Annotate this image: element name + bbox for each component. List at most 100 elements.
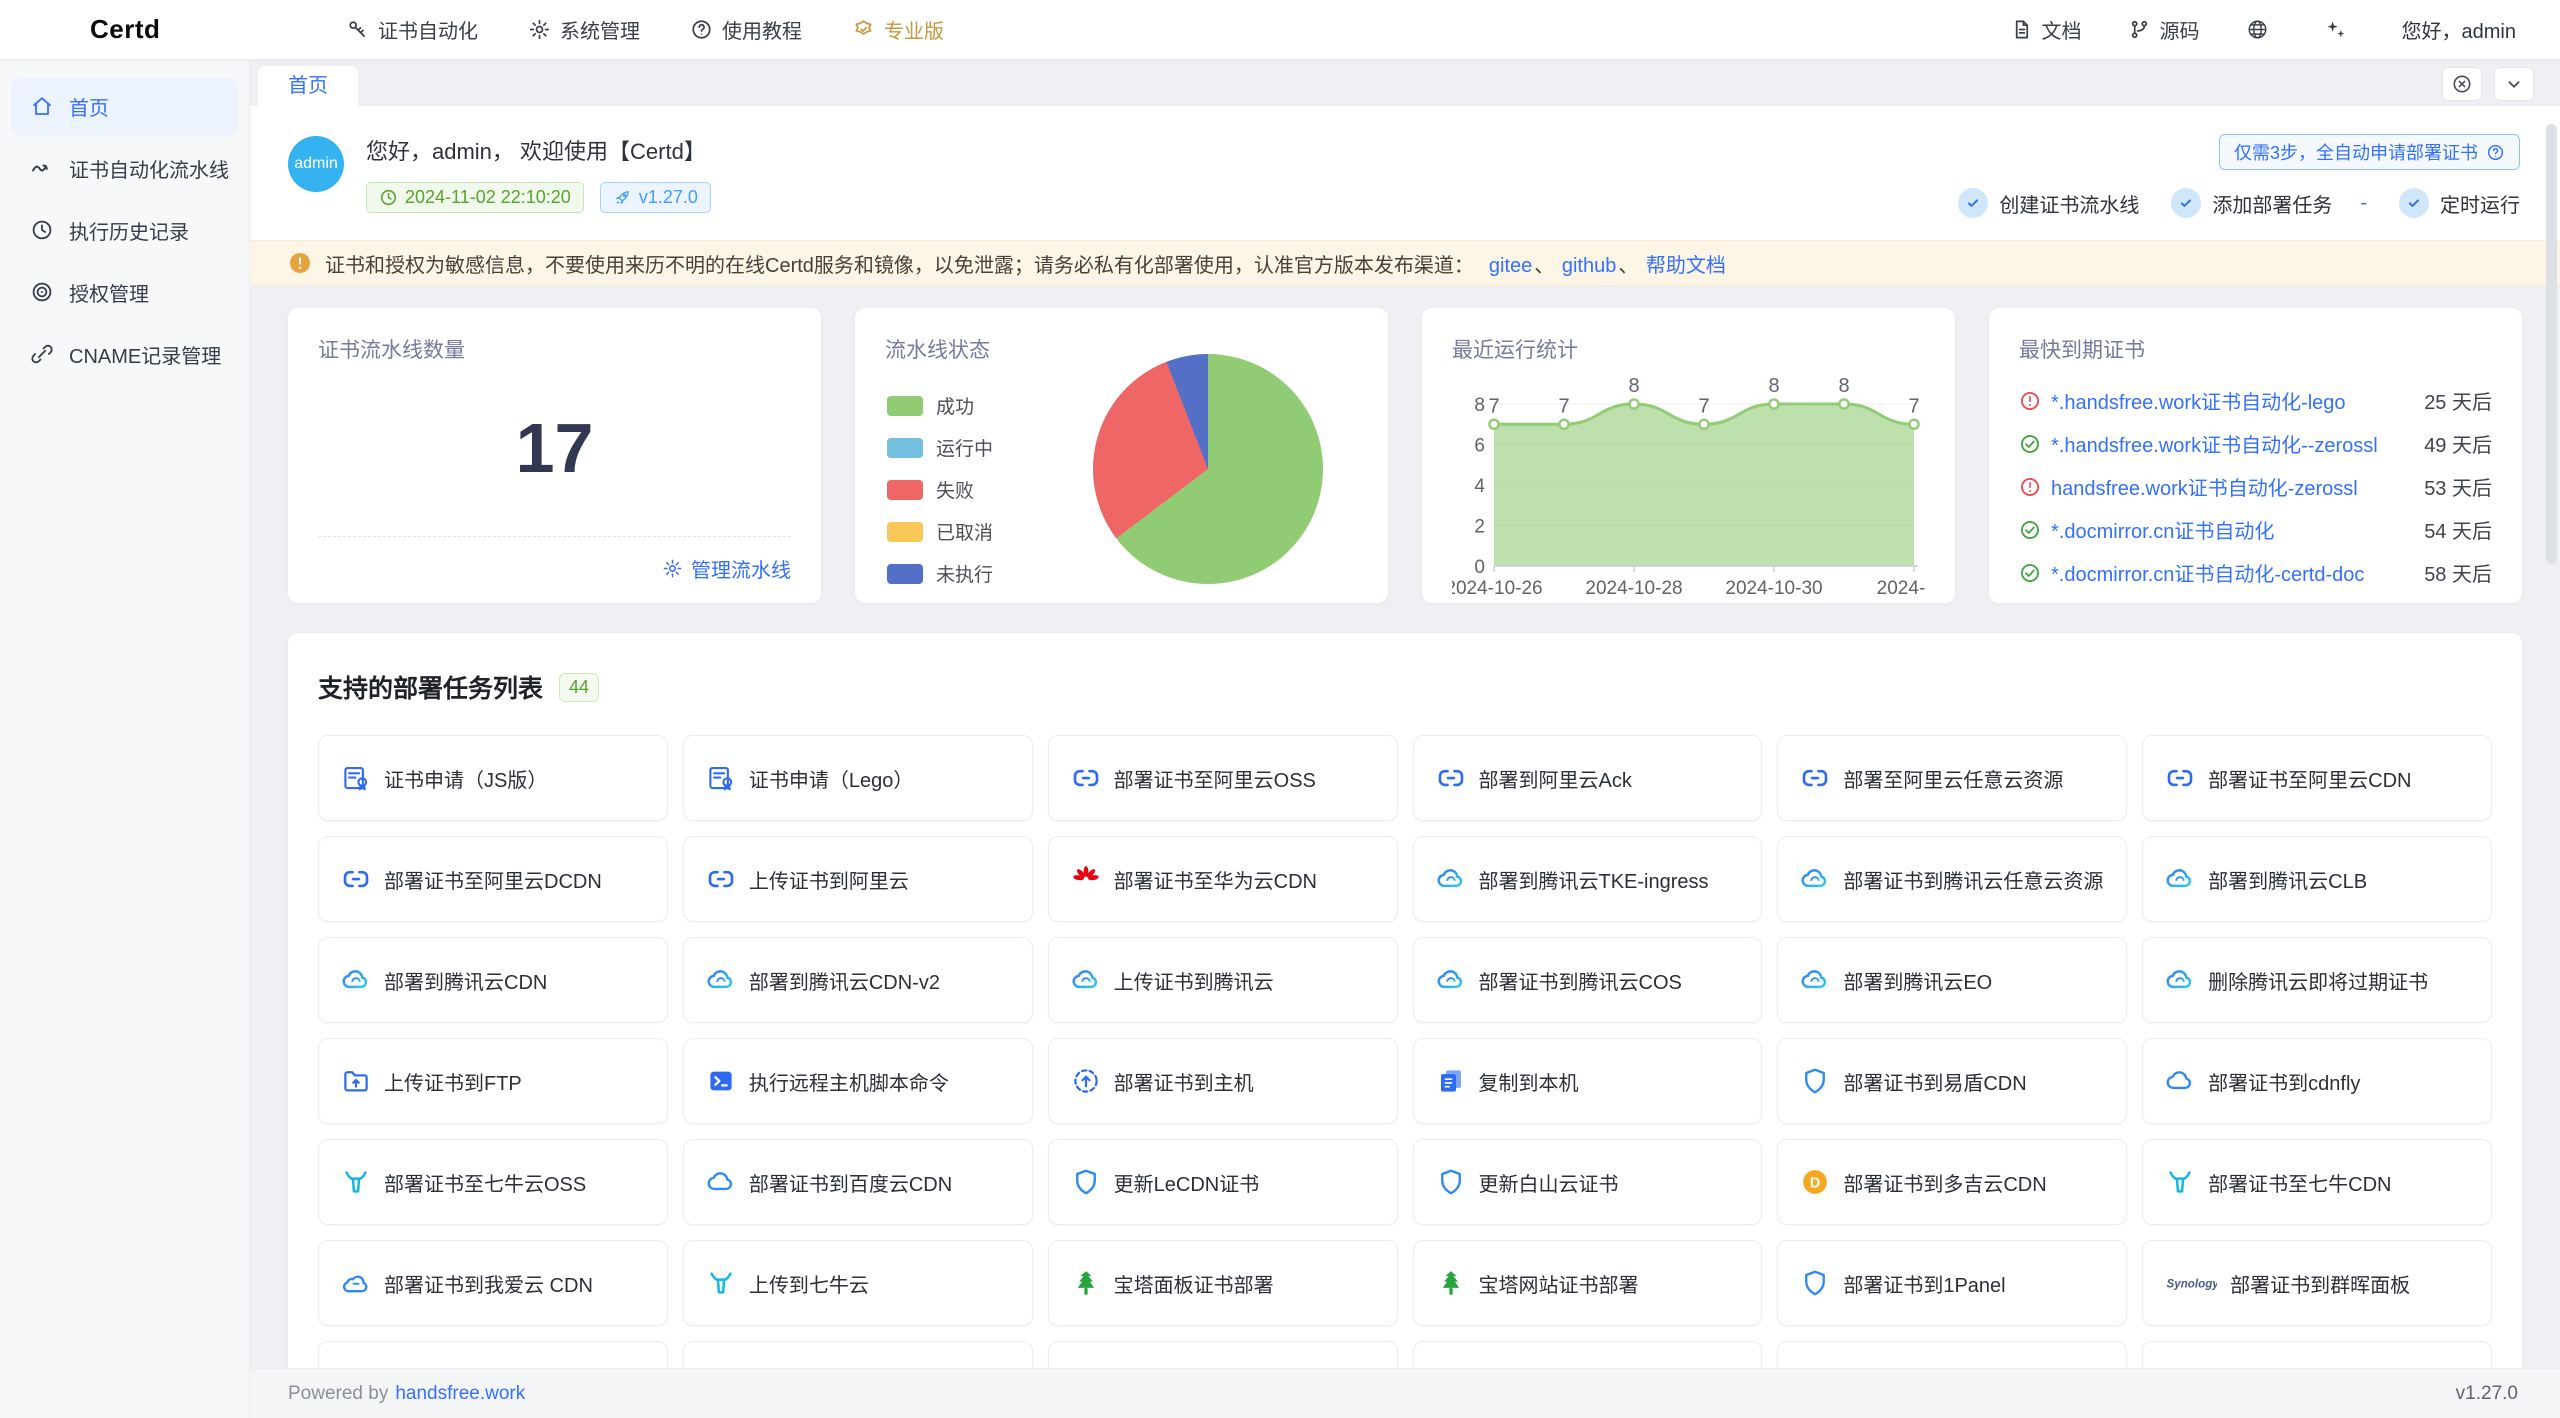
menu-item-专业版[interactable]: 专业版 xyxy=(852,15,944,44)
welcome-section: admin 您好，admin， 欢迎使用【Certd】 2024-11-02 2… xyxy=(250,106,2560,240)
task-tile-宝塔面板证书部署[interactable]: 宝塔面板证书部署 xyxy=(1048,1240,1398,1326)
expiry-days: 53 天后 xyxy=(2424,472,2492,501)
task-tile-部署到阿里云Ack[interactable]: 部署到阿里云Ack xyxy=(1413,735,1763,821)
legend-swatch xyxy=(887,564,923,584)
sidebar-item-证书自动化流水线[interactable]: 证书自动化流水线 xyxy=(12,140,237,196)
target-icon xyxy=(30,280,54,304)
legend-item-未执行[interactable]: 未执行 xyxy=(887,560,993,587)
cert-name-link[interactable]: *.docmirror.cn证书自动化 xyxy=(2051,515,2406,544)
menu-item-证书自动化[interactable]: 证书自动化 xyxy=(346,15,478,44)
chevron-down-icon xyxy=(2503,73,2525,95)
task-tile-更新白山云证书[interactable]: 更新白山云证书 xyxy=(1413,1139,1763,1225)
task-tile-部署到腾讯云EO[interactable]: 部署到腾讯云EO xyxy=(1777,937,2127,1023)
task-tile-部署证书至七牛云OSS[interactable]: 部署证书至七牛云OSS xyxy=(318,1139,668,1225)
menu-item-系统管理[interactable]: 系统管理 xyxy=(528,15,640,44)
cert-name-link[interactable]: *.handsfree.work证书自动化-lego xyxy=(2051,386,2406,415)
task-tile-上传到七牛云[interactable]: 上传到七牛云 xyxy=(683,1240,1033,1326)
sidebar-collapse-icon[interactable] xyxy=(276,17,302,43)
task-tile-部署证书到1Panel[interactable]: 部署证书到1Panel xyxy=(1777,1240,2127,1326)
header-action-文档[interactable]: 文档 xyxy=(2010,15,2082,44)
task-tile-部署证书到腾讯云COS[interactable]: 部署证书到腾讯云COS xyxy=(1413,937,1763,1023)
task-tile-部署证书到群晖面板[interactable]: Synology部署证书到群晖面板 xyxy=(2142,1240,2492,1326)
handsfree-link[interactable]: handsfree.work xyxy=(395,1383,525,1405)
task-tile-部署证书到腾讯云任意云资源[interactable]: 部署证书到腾讯云任意云资源 xyxy=(1777,836,2127,922)
task-tile-部署到腾讯云CLB[interactable]: 部署到腾讯云CLB xyxy=(2142,836,2492,922)
header-action-源码[interactable]: 源码 xyxy=(2128,15,2200,44)
tab-menu-button[interactable] xyxy=(2494,67,2534,101)
close-tabs-button[interactable] xyxy=(2442,67,2482,101)
svg-text:7: 7 xyxy=(1908,395,1919,417)
check-circle-icon xyxy=(1958,188,1988,218)
shield-icon xyxy=(1436,1167,1466,1197)
cert-name-link[interactable]: *.docmirror.cn证书自动化-certd-doc xyxy=(2051,558,2406,587)
aliyun-icon xyxy=(1436,763,1466,793)
task-tile-执行远程主机脚本命令[interactable]: 执行远程主机脚本命令 xyxy=(683,1038,1033,1124)
sparkles-button[interactable] xyxy=(2324,18,2356,41)
card-title: 最近运行统计 xyxy=(1452,334,1925,364)
expiry-days: 25 天后 xyxy=(2424,386,2492,415)
alert-link-gitee[interactable]: gitee xyxy=(1489,255,1532,277)
task-tile-复制到本机[interactable]: 复制到本机 xyxy=(1413,1038,1763,1124)
menu-item-使用教程[interactable]: 使用教程 xyxy=(690,15,802,44)
sidebar-item-授权管理[interactable]: 授权管理 xyxy=(12,264,237,320)
task-tile-部署证书到我爱云 CDN[interactable]: 部署证书到我爱云 CDN xyxy=(318,1240,668,1326)
task-tile-证书申请（JS版）[interactable]: 证书申请（JS版） xyxy=(318,735,668,821)
task-tile-部署证书到多吉云CDN[interactable]: D部署证书到多吉云CDN xyxy=(1777,1139,2127,1225)
success-circle-icon xyxy=(2019,562,2041,584)
task-tile-部署证书到百度云CDN[interactable]: 部署证书到百度云CDN xyxy=(683,1139,1033,1225)
task-tile-删除腾讯云即将过期证书[interactable]: 删除腾讯云即将过期证书 xyxy=(2142,937,2492,1023)
legend-swatch xyxy=(887,480,923,500)
clock-icon xyxy=(379,188,398,207)
task-tile-部署至阿里云任意云资源[interactable]: 部署至阿里云任意云资源 xyxy=(1777,735,2127,821)
cloud-icon xyxy=(706,1167,736,1197)
task-tile-部署到腾讯云TKE-ingress[interactable]: 部署到腾讯云TKE-ingress xyxy=(1413,836,1763,922)
task-tile-上传证书到腾讯云[interactable]: 上传证书到腾讯云 xyxy=(1048,937,1398,1023)
sidebar-item-首页[interactable]: 首页 xyxy=(12,78,237,134)
question-circle-icon xyxy=(2486,143,2505,162)
alert-link-帮助文档[interactable]: 帮助文档 xyxy=(1646,255,1726,277)
task-tile-部署到腾讯云CDN-v2[interactable]: 部署到腾讯云CDN-v2 xyxy=(683,937,1033,1023)
task-tiles-grid: 证书申请（JS版）证书申请（Lego）部署证书至阿里云OSS部署到阿里云Ack部… xyxy=(318,735,2492,1418)
legend-item-成功[interactable]: 成功 xyxy=(887,392,993,419)
runs-area-chart: 7787887024682024-10-262024-10-282024-10-… xyxy=(1452,370,1925,603)
logo[interactable]: Certd xyxy=(0,12,250,48)
task-tile-部署证书至华为云CDN[interactable]: 部署证书至华为云CDN xyxy=(1048,836,1398,922)
task-tile-部署证书到易盾CDN[interactable]: 部署证书到易盾CDN xyxy=(1777,1038,2127,1124)
footer: Powered by handsfree.work v1.27.0 xyxy=(250,1368,2560,1418)
task-tile-部署证书到主机[interactable]: 部署证书到主机 xyxy=(1048,1038,1398,1124)
cert-name-link[interactable]: *.handsfree.work证书自动化--zerossl xyxy=(2051,429,2406,458)
vertical-scrollbar-thumb[interactable] xyxy=(2546,124,2557,564)
legend-item-运行中[interactable]: 运行中 xyxy=(887,434,993,461)
task-tile-部署到腾讯云CDN[interactable]: 部署到腾讯云CDN xyxy=(318,937,668,1023)
task-tile-上传证书到阿里云[interactable]: 上传证书到阿里云 xyxy=(683,836,1033,922)
task-tile-部署证书至阿里云OSS[interactable]: 部署证书至阿里云OSS xyxy=(1048,735,1398,821)
check-circle-icon xyxy=(2399,188,2429,218)
deploy-tasks-card: 支持的部署任务列表 44 证书申请（JS版）证书申请（Lego）部署证书至阿里云… xyxy=(288,633,2522,1418)
task-tile-证书申请（Lego）[interactable]: 证书申请（Lego） xyxy=(683,735,1033,821)
legend-item-已取消[interactable]: 已取消 xyxy=(887,518,993,545)
manage-pipelines-link[interactable]: 管理流水线 xyxy=(662,554,791,583)
tasks-count-badge: 44 xyxy=(559,673,599,702)
quick-guide-badge[interactable]: 仅需3步，全自动申请部署证书 xyxy=(2219,134,2520,170)
sidebar-item-CNAME记录管理[interactable]: CNAME记录管理 xyxy=(12,326,237,382)
task-tile-宝塔网站证书部署[interactable]: 宝塔网站证书部署 xyxy=(1413,1240,1763,1326)
task-tile-上传证书到FTP[interactable]: 上传证书到FTP xyxy=(318,1038,668,1124)
svg-text:7: 7 xyxy=(1488,395,1499,417)
task-tile-部署证书到cdnfly[interactable]: 部署证书到cdnfly xyxy=(2142,1038,2492,1124)
task-tile-部署证书至七牛CDN[interactable]: 部署证书至七牛CDN xyxy=(2142,1139,2492,1225)
warning-icon xyxy=(288,251,312,275)
task-tile-部署证书至阿里云CDN[interactable]: 部署证书至阿里云CDN xyxy=(2142,735,2492,821)
tab-home[interactable]: 首页 xyxy=(258,66,358,106)
card-title: 证书流水线数量 xyxy=(318,334,791,364)
qiniu-icon xyxy=(2165,1167,2195,1197)
task-tile-部署证书至阿里云DCDN[interactable]: 部署证书至阿里云DCDN xyxy=(318,836,668,922)
close-circle-icon xyxy=(2451,73,2473,95)
globe-button[interactable] xyxy=(2246,18,2278,41)
user-greeting[interactable]: 您好，admin xyxy=(2402,15,2516,44)
legend-item-失败[interactable]: 失败 xyxy=(887,476,993,503)
cert-name-link[interactable]: handsfree.work证书自动化-zerossl xyxy=(2051,472,2406,501)
sidebar-item-执行历史记录[interactable]: 执行历史记录 xyxy=(12,202,237,258)
alert-link-github[interactable]: github xyxy=(1562,255,1617,277)
task-tile-更新LeCDN证书[interactable]: 更新LeCDN证书 xyxy=(1048,1139,1398,1225)
expiring-certs-card: 最快到期证书 *.handsfree.work证书自动化-lego25 天后*.… xyxy=(1989,308,2522,603)
